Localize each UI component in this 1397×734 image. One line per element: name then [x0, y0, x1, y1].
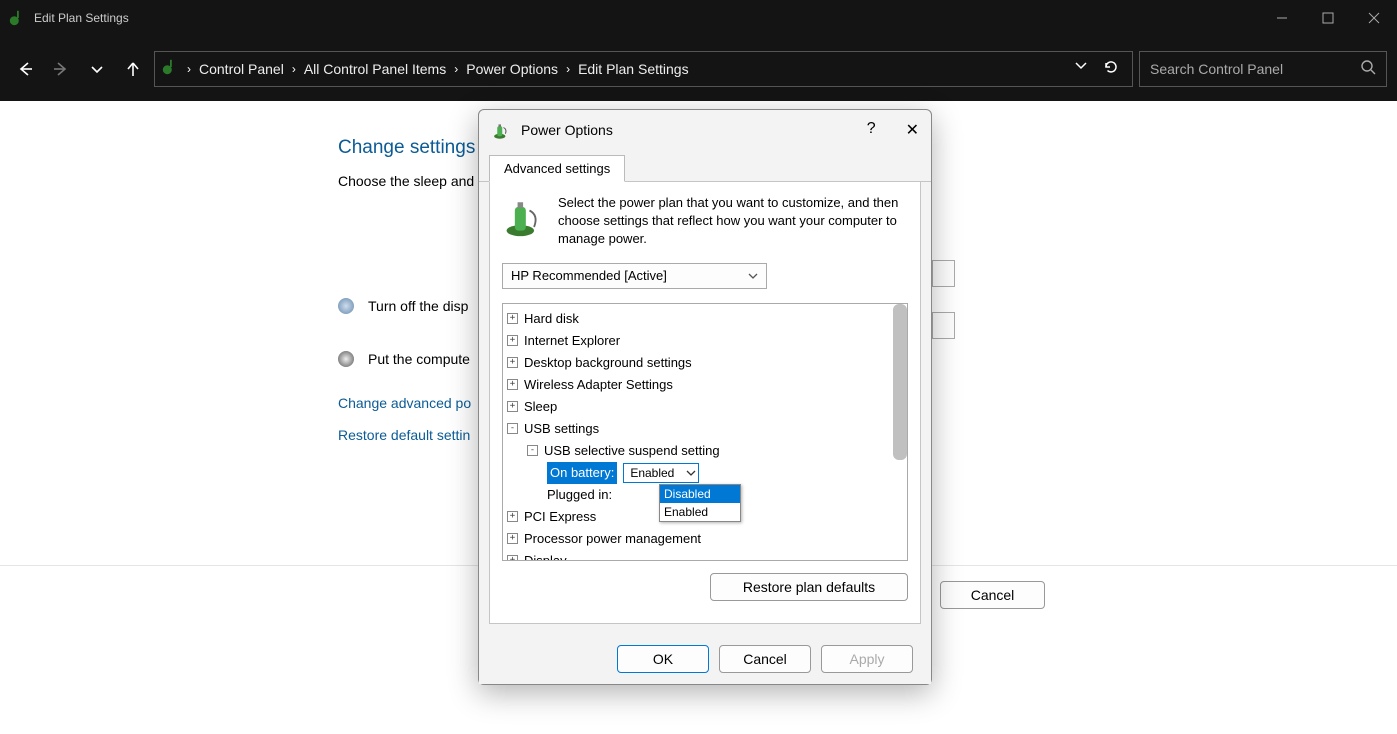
cancel-button[interactable]: Cancel [719, 645, 811, 673]
tree-node-usb-suspend[interactable]: -USB selective suspend setting [507, 440, 899, 462]
breadcrumb-item[interactable]: Control Panel [199, 61, 284, 77]
expand-icon[interactable]: + [507, 511, 518, 522]
on-battery-label: On battery: [547, 462, 617, 484]
minimize-button[interactable] [1259, 0, 1305, 36]
tree-node-usb[interactable]: -USB settings [507, 418, 899, 440]
expand-icon[interactable]: + [507, 313, 518, 324]
maximize-button[interactable] [1305, 0, 1351, 36]
battery-icon [491, 120, 511, 140]
navigation-bar: › Control Panel › All Control Panel Item… [0, 36, 1397, 101]
collapse-icon[interactable]: - [527, 445, 538, 456]
window-title-bar: Edit Plan Settings [0, 0, 1397, 36]
back-button[interactable] [10, 54, 40, 84]
cancel-button[interactable]: Cancel [940, 581, 1045, 609]
tree-node-display[interactable]: +Display [507, 550, 899, 561]
help-button[interactable]: ? [867, 120, 876, 140]
expand-icon[interactable]: + [507, 335, 518, 346]
on-battery-value: Enabled [630, 462, 674, 484]
tree-node-sleep[interactable]: +Sleep [507, 396, 899, 418]
tree-node-ie[interactable]: +Internet Explorer [507, 330, 899, 352]
search-placeholder: Search Control Panel [1150, 61, 1283, 77]
dropdown-option-disabled[interactable]: Disabled [660, 485, 740, 503]
display-icon [338, 298, 354, 314]
tree-node-processor[interactable]: +Processor power management [507, 528, 899, 550]
restore-defaults-button[interactable]: Restore plan defaults [710, 573, 908, 601]
dialog-actions: OK Cancel Apply [479, 634, 931, 684]
history-dropdown[interactable] [82, 54, 112, 84]
expand-icon[interactable]: + [507, 357, 518, 368]
chevron-down-icon [748, 271, 758, 281]
chevron-right-icon[interactable]: › [292, 62, 296, 76]
close-button[interactable] [1351, 0, 1397, 36]
search-input[interactable]: Search Control Panel [1139, 51, 1387, 87]
tree-node-on-battery[interactable]: On battery: Enabled [507, 462, 899, 484]
tree-node-desktop-bg[interactable]: +Desktop background settings [507, 352, 899, 374]
dropdown-menu[interactable]: Disabled Enabled [659, 484, 741, 522]
breadcrumb[interactable]: › Control Panel › All Control Panel Item… [154, 51, 1133, 87]
forward-button[interactable] [46, 54, 76, 84]
dropdown-option-enabled[interactable]: Enabled [660, 503, 740, 521]
setting-label: Turn off the disp [368, 298, 468, 314]
setting-label: Put the compute [368, 351, 470, 367]
tree-node-hard-disk[interactable]: +Hard disk [507, 308, 899, 330]
dropdown-partial[interactable] [932, 312, 955, 339]
expand-icon[interactable]: + [507, 401, 518, 412]
search-icon [1360, 59, 1376, 78]
dialog-title-bar: Power Options ? ✕ [479, 110, 931, 150]
breadcrumb-item[interactable]: All Control Panel Items [304, 61, 446, 77]
tree-node-wireless[interactable]: +Wireless Adapter Settings [507, 374, 899, 396]
on-battery-dropdown[interactable]: Enabled [623, 463, 699, 483]
chevron-down-icon [686, 468, 696, 478]
scrollbar[interactable] [893, 304, 907, 460]
close-button[interactable]: ✕ [906, 120, 919, 140]
expand-icon[interactable]: + [507, 379, 518, 390]
dropdown-partial[interactable] [932, 260, 955, 287]
power-plan-value: HP Recommended [Active] [511, 268, 667, 283]
breadcrumb-dropdown[interactable] [1074, 58, 1088, 79]
power-options-dialog: Power Options ? ✕ Advanced settings Sele… [478, 109, 932, 685]
expand-icon[interactable]: + [507, 555, 518, 561]
collapse-icon[interactable]: - [507, 423, 518, 434]
window-title: Edit Plan Settings [34, 11, 129, 25]
up-button[interactable] [118, 54, 148, 84]
breadcrumb-item[interactable]: Edit Plan Settings [578, 61, 689, 77]
refresh-button[interactable] [1102, 58, 1120, 79]
ok-button[interactable]: OK [617, 645, 709, 673]
dialog-title: Power Options [521, 122, 613, 138]
sleep-icon [338, 351, 354, 367]
plugged-in-label: Plugged in: [547, 484, 612, 506]
expand-icon[interactable]: + [507, 533, 518, 544]
tab-advanced-settings[interactable]: Advanced settings [489, 155, 625, 182]
apply-button[interactable]: Apply [821, 645, 913, 673]
chevron-right-icon[interactable]: › [566, 62, 570, 76]
breadcrumb-icon [161, 58, 179, 79]
tab-strip: Advanced settings [479, 150, 931, 182]
power-plan-dropdown[interactable]: HP Recommended [Active] [502, 263, 767, 289]
chevron-right-icon[interactable]: › [454, 62, 458, 76]
app-icon [8, 9, 26, 27]
dialog-description: Select the power plan that you want to c… [558, 194, 908, 249]
tab-panel: Select the power plan that you want to c… [489, 182, 921, 624]
battery-icon [502, 194, 546, 238]
settings-tree[interactable]: +Hard disk +Internet Explorer +Desktop b… [502, 303, 908, 561]
breadcrumb-item[interactable]: Power Options [466, 61, 558, 77]
chevron-right-icon[interactable]: › [187, 62, 191, 76]
